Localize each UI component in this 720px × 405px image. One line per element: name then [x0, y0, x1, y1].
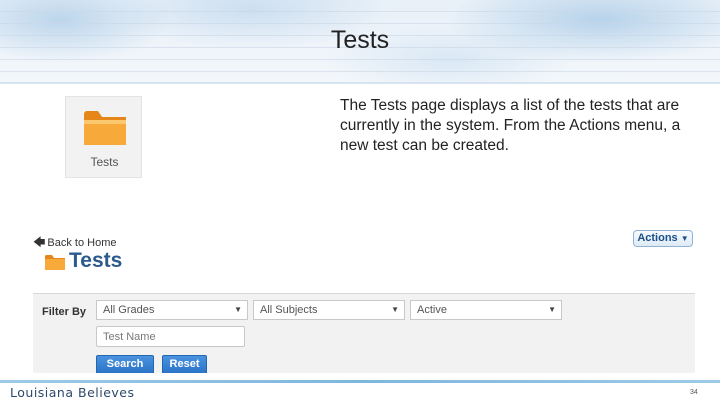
slide-description: The Tests page displays a list of the te… [340, 97, 681, 154]
back-arrow-icon: 🡄 [33, 235, 46, 249]
status-select-value: Active [417, 304, 447, 316]
folder-icon [45, 255, 65, 270]
subjects-select[interactable]: All Subjects ▼ [253, 300, 405, 320]
footer-divider [0, 380, 720, 383]
caret-down-icon: ▼ [548, 305, 556, 314]
filter-label: Filter By [42, 306, 87, 318]
tests-tile[interactable]: Tests [65, 96, 142, 178]
caret-down-icon: ▼ [234, 305, 242, 314]
page-heading-text: Tests [69, 249, 123, 272]
reset-button[interactable]: Reset [162, 355, 207, 373]
folder-icon [84, 111, 126, 145]
test-name-input[interactable] [96, 326, 245, 347]
app-screenshot: 🡄 Back to Home Actions ▼ Tests Filter By … [30, 228, 695, 373]
status-select[interactable]: Active ▼ [410, 300, 562, 320]
subjects-select-value: All Subjects [260, 304, 318, 316]
header-divider [0, 82, 720, 84]
page-number: 34 [690, 389, 698, 396]
search-button[interactable]: Search [96, 355, 154, 373]
caret-down-icon: ▼ [391, 305, 399, 314]
brand-logo: Louisiana Believes [10, 385, 135, 400]
grades-select[interactable]: All Grades ▼ [96, 300, 248, 320]
back-link-label: Back to Home [47, 237, 117, 249]
actions-label: Actions [637, 232, 678, 244]
slide-title: Tests [330, 26, 390, 54]
tile-label: Tests [90, 155, 119, 169]
filter-panel: Filter By All Grades ▼ All Subjects ▼ Ac… [33, 293, 695, 373]
actions-button[interactable]: Actions ▼ [633, 230, 693, 247]
chevron-down-icon: ▼ [680, 234, 689, 243]
grades-select-value: All Grades [103, 304, 155, 316]
